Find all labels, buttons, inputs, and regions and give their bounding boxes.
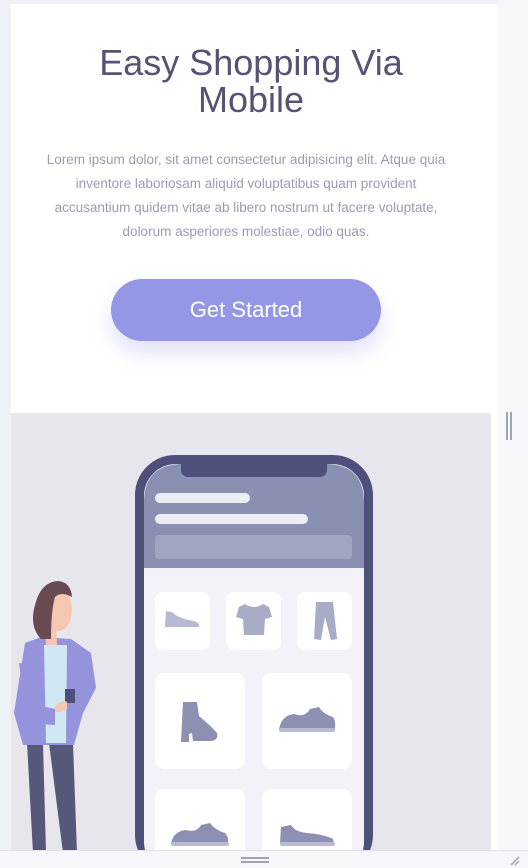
pants-icon	[297, 592, 352, 650]
sneaker-icon	[262, 789, 352, 850]
content-card: Easy Shopping Via Mobile Lorem ipsum dol…	[11, 4, 498, 850]
resize-corner-icon[interactable]	[508, 854, 520, 866]
vertical-resize-handle[interactable]	[506, 412, 512, 440]
right-scroll-rail	[498, 0, 528, 850]
get-started-button[interactable]: Get Started	[111, 279, 381, 341]
bottom-resize-bar	[0, 850, 528, 868]
woman-figure	[14, 581, 96, 850]
phone-illustration-svg	[14, 455, 373, 850]
sneaker-icon	[155, 789, 245, 850]
shopping-illustration	[11, 413, 491, 850]
page-title: Easy Shopping Via Mobile	[99, 42, 403, 120]
tshirt-icon	[226, 592, 281, 650]
boot-icon	[155, 673, 245, 769]
sneaker-icon	[262, 673, 352, 769]
horizontal-resize-handle[interactable]	[241, 857, 269, 863]
hero-description: Lorem ipsum dolor, sit amet consectetur …	[46, 151, 446, 239]
shoe-icon	[155, 592, 210, 650]
hero-section: Easy Shopping Via Mobile Lorem ipsum dol…	[11, 4, 498, 412]
